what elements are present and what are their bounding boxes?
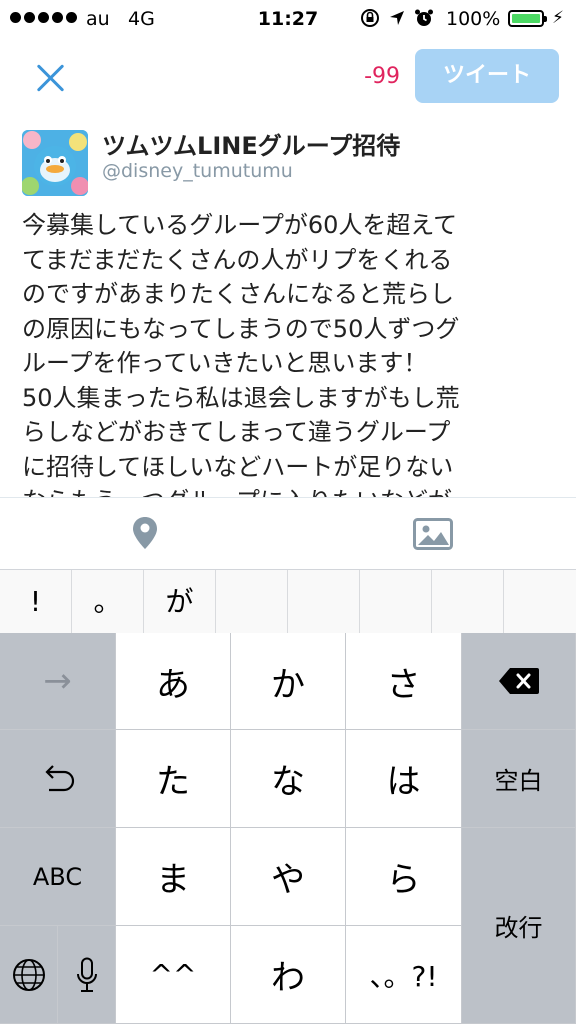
key-ma[interactable]: ま bbox=[116, 828, 231, 926]
prediction-candidate[interactable] bbox=[504, 570, 576, 634]
globe-icon bbox=[12, 958, 45, 991]
key-ka[interactable]: か bbox=[231, 633, 346, 730]
prediction-bar: ! 。 が bbox=[0, 569, 576, 634]
prediction-candidate[interactable] bbox=[216, 570, 288, 634]
prediction-candidate[interactable]: 。 bbox=[72, 570, 144, 634]
key-sa[interactable]: さ bbox=[346, 633, 462, 730]
microphone-key[interactable] bbox=[58, 926, 116, 1024]
tweet-line: ループを作っていきたいと思います！ bbox=[22, 349, 428, 377]
status-icons bbox=[360, 8, 434, 28]
avatar bbox=[22, 130, 88, 196]
tweet-line: の原因にもなってしまうので50人ずつグ bbox=[22, 314, 460, 343]
location-pin-icon[interactable] bbox=[131, 515, 159, 551]
abc-key[interactable]: ABC bbox=[0, 828, 116, 926]
tweet-button[interactable]: ツイート bbox=[415, 49, 559, 103]
account-name: ツムツムLINEグループ招待 bbox=[102, 132, 401, 160]
backspace-icon bbox=[498, 668, 539, 694]
japanese-keyboard: → あ か さ た な は 空白 ABC ま や ら 改行 ^^ わ 、。?! bbox=[0, 633, 576, 1024]
key-na[interactable]: な bbox=[231, 730, 346, 828]
key-a[interactable]: あ bbox=[116, 633, 231, 730]
compose-toolbar bbox=[0, 497, 576, 570]
tweet-line: てまだまだたくさんの人がリプをくれる bbox=[22, 245, 453, 274]
microphone-icon bbox=[76, 957, 97, 992]
tweet-line: らしなどがおきてしまって違うグループ bbox=[22, 418, 451, 446]
tweet-line: ならもう一つグループに入りたいなどが bbox=[22, 484, 562, 498]
close-icon[interactable] bbox=[30, 58, 70, 98]
status-bar: au 4G 11:27 100% ⚡ bbox=[0, 0, 576, 40]
prediction-candidate[interactable] bbox=[432, 570, 504, 634]
return-key[interactable]: 改行 bbox=[462, 828, 576, 1024]
right-arrow-icon: → bbox=[43, 661, 72, 701]
alarm-icon bbox=[415, 9, 433, 26]
key-ta[interactable]: た bbox=[116, 730, 231, 828]
undo-key[interactable] bbox=[0, 730, 116, 828]
prediction-candidate[interactable]: が bbox=[144, 570, 216, 634]
key-ha[interactable]: は bbox=[346, 730, 462, 828]
key-punctuation[interactable]: 、。?! bbox=[346, 926, 462, 1024]
account-handle: @disney_tumutumu bbox=[102, 160, 293, 182]
key-ra[interactable]: ら bbox=[346, 828, 462, 926]
key-ya[interactable]: や bbox=[231, 828, 346, 926]
undo-icon bbox=[44, 764, 74, 791]
tweet-line: に招待してほしいなどハートが足りない bbox=[22, 452, 454, 481]
location-arrow-icon bbox=[390, 11, 404, 25]
backspace-key[interactable] bbox=[462, 633, 576, 730]
charging-bolt-icon: ⚡ bbox=[552, 8, 564, 28]
tweet-line: 50人集まったら私は退会しますがもし荒 bbox=[22, 383, 460, 412]
prediction-candidate[interactable] bbox=[288, 570, 360, 634]
battery-percent: 100% bbox=[446, 8, 501, 30]
arrow-key[interactable]: → bbox=[0, 633, 116, 730]
prediction-candidate[interactable] bbox=[360, 570, 432, 634]
image-icon[interactable] bbox=[413, 518, 453, 550]
space-key[interactable]: 空白 bbox=[462, 730, 576, 828]
key-wa[interactable]: わ bbox=[231, 926, 346, 1024]
tweet-line: 今募集しているグループが60人を超えて bbox=[22, 211, 458, 239]
orientation-lock-icon bbox=[361, 9, 379, 27]
battery-icon bbox=[508, 10, 547, 27]
key-kaomoji[interactable]: ^^ bbox=[116, 926, 231, 1024]
tweet-line: のですがあまりたくさんになると荒らし bbox=[22, 280, 454, 308]
character-counter: -99 bbox=[364, 64, 400, 89]
compose-header: -99 ツイート bbox=[0, 40, 576, 114]
globe-key[interactable] bbox=[0, 926, 58, 1024]
prediction-candidate[interactable]: ! bbox=[0, 570, 72, 634]
tweet-text-area[interactable]: 今募集しているグループが60人を超えて てまだまだたくさんの人がリプをくれる の… bbox=[22, 208, 562, 498]
